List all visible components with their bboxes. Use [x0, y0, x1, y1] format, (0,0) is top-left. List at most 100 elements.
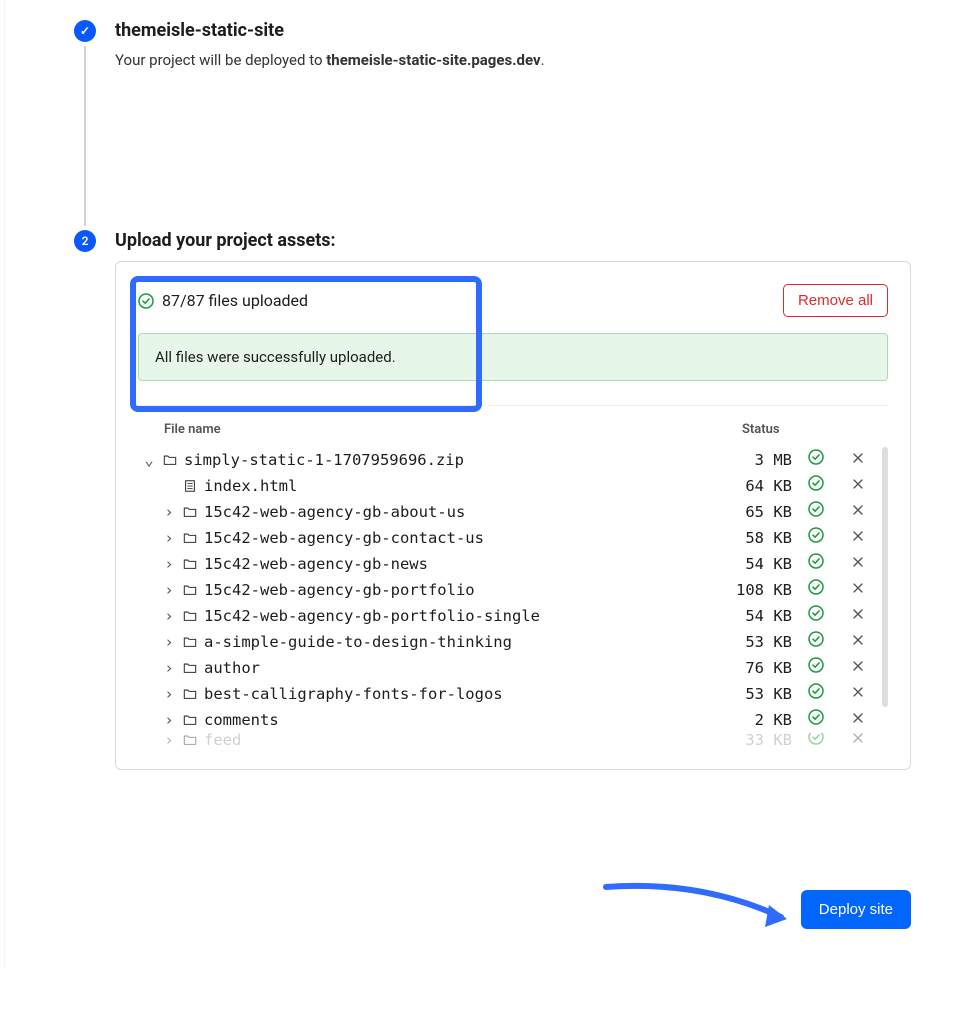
- step-1-subtitle-suffix: .: [541, 51, 545, 69]
- file-size: 3 MB: [728, 447, 798, 473]
- folder-icon: [160, 453, 180, 467]
- header-file-name: File name: [164, 422, 742, 437]
- step-2-number-icon: 2: [74, 230, 96, 252]
- status-check-icon: [798, 733, 834, 747]
- file-name: index.html: [200, 473, 728, 499]
- chevron-right-icon[interactable]: ›: [158, 655, 180, 681]
- status-check-icon: [798, 681, 834, 707]
- file-name: feed: [200, 733, 728, 747]
- file-name: 15c42-web-agency-gb-portfolio: [200, 577, 728, 603]
- file-row: index.html 64 KB: [138, 473, 882, 499]
- remove-all-button[interactable]: Remove all: [783, 284, 888, 317]
- file-name: simply-static-1-1707959696.zip: [180, 447, 728, 473]
- step-1-row: themeisle-static-site Your project will …: [65, 20, 911, 230]
- chevron-right-icon[interactable]: ›: [158, 525, 180, 551]
- upload-status-area: 87/87 files uploaded Remove all All file…: [138, 284, 888, 406]
- file-row: › comments 2 KB: [138, 707, 882, 733]
- folder-icon: [180, 557, 200, 571]
- step-1-check-icon: [74, 20, 96, 42]
- chevron-right-icon[interactable]: ›: [158, 681, 180, 707]
- remove-file-button[interactable]: [834, 733, 882, 747]
- file-size: 65 KB: [728, 499, 798, 525]
- status-check-icon: [798, 447, 834, 473]
- chevron-right-icon[interactable]: ›: [158, 707, 180, 733]
- status-check-icon: [798, 499, 834, 525]
- deploy-row: Deploy site: [115, 890, 911, 929]
- chevron-right-icon[interactable]: ›: [158, 551, 180, 577]
- upload-panel: 87/87 files uploaded Remove all All file…: [115, 261, 911, 770]
- file-row: › best-calligraphy-fonts-for-logos 53 KB: [138, 681, 882, 707]
- remove-file-button[interactable]: [834, 707, 882, 733]
- file-size: 53 KB: [728, 681, 798, 707]
- file-size: 53 KB: [728, 629, 798, 655]
- file-size: 64 KB: [728, 473, 798, 499]
- chevron-down-icon[interactable]: ⌄: [138, 447, 160, 473]
- folder-icon: [180, 505, 200, 519]
- folder-icon: [180, 609, 200, 623]
- status-check-icon: [798, 577, 834, 603]
- file-size: 76 KB: [728, 655, 798, 681]
- status-check-icon: [798, 525, 834, 551]
- status-check-icon: [798, 655, 834, 681]
- upload-success-check-icon: [138, 293, 154, 309]
- file-list-scroll[interactable]: ⌄ simply-static-1-1707959696.zip 3 MBinde…: [138, 447, 888, 747]
- file-size: 58 KB: [728, 525, 798, 551]
- file-row: ⌄ simply-static-1-1707959696.zip 3 MB: [138, 447, 882, 473]
- status-check-icon: [798, 603, 834, 629]
- file-row: › a-simple-guide-to-design-thinking 53 KB: [138, 629, 882, 655]
- file-size: 33 KB: [728, 733, 798, 747]
- step-1-subtitle-bold: themeisle-static-site.pages.dev: [326, 51, 540, 69]
- remove-file-button[interactable]: [834, 629, 882, 655]
- remove-file-button[interactable]: [834, 655, 882, 681]
- remove-file-button[interactable]: [834, 681, 882, 707]
- file-row: › feed 33 KB: [138, 733, 882, 747]
- file-name: 15c42-web-agency-gb-portfolio-single: [200, 603, 728, 629]
- file-name: author: [200, 655, 728, 681]
- file-row: › 15c42-web-agency-gb-about-us 65 KB: [138, 499, 882, 525]
- remove-file-button[interactable]: [834, 499, 882, 525]
- remove-file-button[interactable]: [834, 447, 882, 473]
- chevron-right-icon[interactable]: ›: [158, 733, 180, 747]
- file-name: 15c42-web-agency-gb-contact-us: [200, 525, 728, 551]
- remove-file-button[interactable]: [834, 473, 882, 499]
- chevron-right-icon[interactable]: ›: [158, 577, 180, 603]
- folder-icon: [180, 583, 200, 597]
- file-row: › 15c42-web-agency-gb-contact-us 58 KB: [138, 525, 882, 551]
- folder-icon: [180, 687, 200, 701]
- chevron-right-icon[interactable]: ›: [158, 499, 180, 525]
- step-2-title: Upload your project assets:: [115, 230, 911, 251]
- remove-file-button[interactable]: [834, 577, 882, 603]
- status-check-icon: [798, 707, 834, 733]
- file-name: comments: [200, 707, 728, 733]
- deploy-site-button[interactable]: Deploy site: [801, 890, 911, 929]
- step-1-subtitle: Your project will be deployed to themeis…: [115, 51, 911, 69]
- file-size: 54 KB: [728, 551, 798, 577]
- file-table: File name Status ⌄ simply-static-1-170795…: [138, 406, 888, 747]
- remove-file-button[interactable]: [834, 525, 882, 551]
- remove-file-button[interactable]: [834, 603, 882, 629]
- upload-status: 87/87 files uploaded: [138, 291, 308, 310]
- remove-file-button[interactable]: [834, 551, 882, 577]
- header-status: Status: [742, 422, 882, 437]
- step-2-row: 2 Upload your project assets: 87/87 file…: [65, 230, 911, 929]
- folder-icon: [180, 713, 200, 727]
- file-size: 54 KB: [728, 603, 798, 629]
- file-row: › 15c42-web-agency-gb-portfolio-single 54…: [138, 603, 882, 629]
- file-icon: [180, 479, 200, 493]
- annotation-arrow: [601, 875, 801, 935]
- chevron-right-icon[interactable]: ›: [158, 603, 180, 629]
- file-size: 2 KB: [728, 707, 798, 733]
- step-1-title: themeisle-static-site: [115, 20, 911, 41]
- upload-success-banner: All files were successfully uploaded.: [138, 333, 888, 381]
- step-1-subtitle-prefix: Your project will be deployed to: [115, 51, 326, 69]
- folder-icon: [180, 733, 200, 747]
- file-name: 15c42-web-agency-gb-about-us: [200, 499, 728, 525]
- file-name: a-simple-guide-to-design-thinking: [200, 629, 728, 655]
- file-name: 15c42-web-agency-gb-news: [200, 551, 728, 577]
- chevron-right-icon[interactable]: ›: [158, 629, 180, 655]
- file-name: best-calligraphy-fonts-for-logos: [200, 681, 728, 707]
- scrollbar[interactable]: [882, 447, 888, 707]
- status-check-icon: [798, 629, 834, 655]
- file-row: ›15c42-web-agency-gb-portfolio108 KB: [138, 577, 882, 603]
- step-connector-line: [84, 46, 86, 226]
